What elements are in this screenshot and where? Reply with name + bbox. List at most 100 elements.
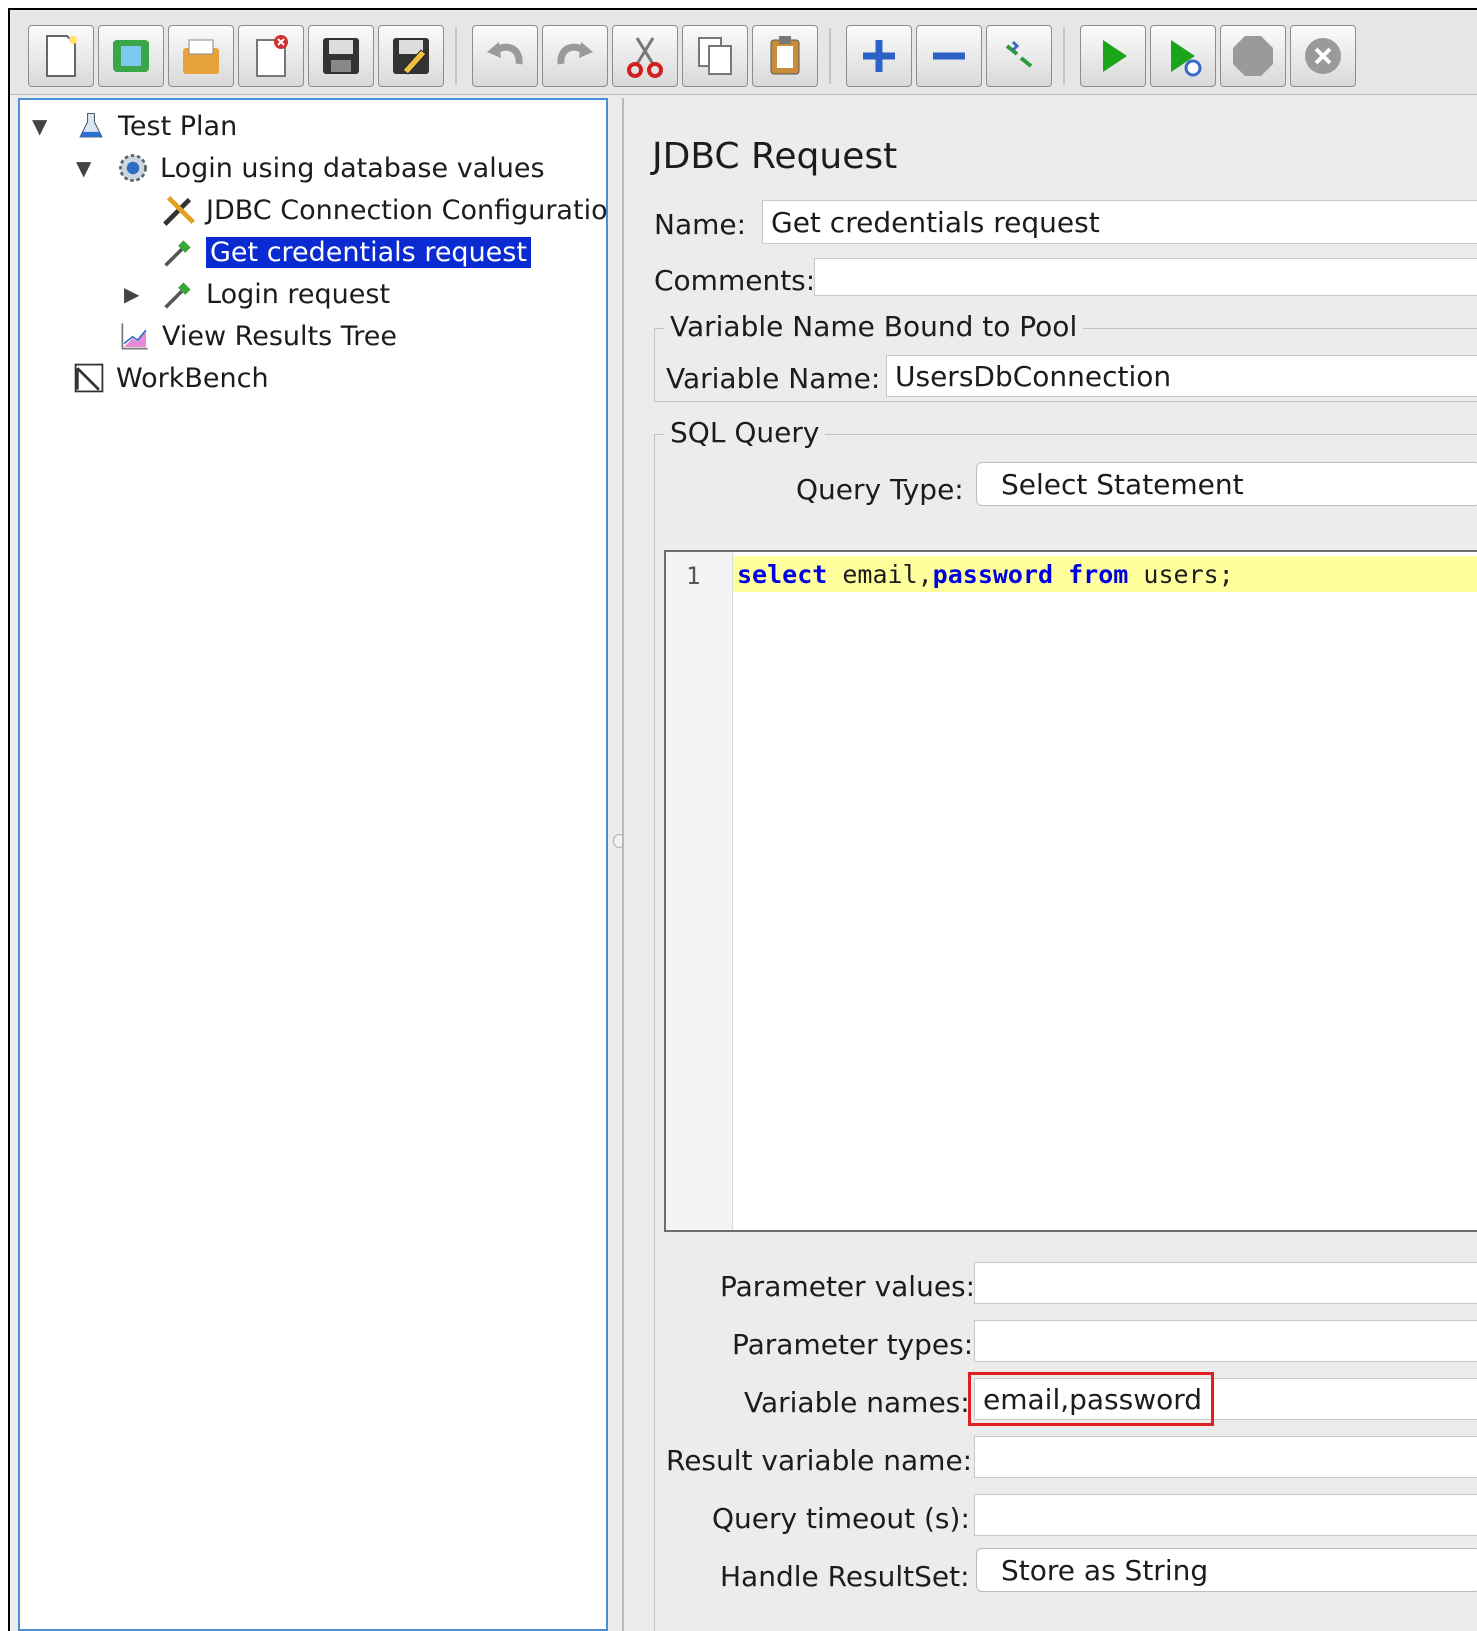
- save-as-icon: [393, 38, 429, 75]
- cut-button[interactable]: [612, 25, 678, 87]
- tree-item-label: JDBC Connection Configuration: [206, 194, 625, 226]
- sql-text: email,: [827, 559, 933, 589]
- test-plan-tree: ▼ Test Plan ▼ Login using database value…: [18, 98, 625, 1631]
- copy-icon: [698, 37, 732, 75]
- tree-item-login-request[interactable]: ▶ Login request: [124, 274, 390, 314]
- toolbar: [10, 10, 1477, 95]
- undo-icon: [487, 42, 523, 65]
- expand-all-button[interactable]: [846, 25, 912, 87]
- start-no-timers-icon: [1171, 40, 1202, 77]
- expanded-twisty-icon[interactable]: ▼: [76, 156, 91, 180]
- tree-item-label: Login request: [206, 278, 391, 310]
- tree-item-label: WorkBench: [116, 362, 269, 394]
- tree-item-jdbc-config[interactable]: JDBC Connection Configuration: [160, 190, 625, 230]
- pipette-icon: [160, 233, 198, 271]
- variable-name-field[interactable]: UsersDbConnection: [886, 355, 1477, 397]
- chart-icon: [116, 317, 154, 355]
- panel-title: JDBC Request: [652, 136, 898, 177]
- toolbar-separator: [1063, 28, 1065, 84]
- sql-query-line[interactable]: select email, password from users;: [733, 556, 1477, 592]
- query-type-select[interactable]: Select Statement: [976, 462, 1477, 506]
- close-button[interactable]: [238, 25, 304, 87]
- tree-item-get-credentials[interactable]: Get credentials request: [160, 232, 531, 272]
- sql-keyword: select: [737, 559, 828, 589]
- tree-item-thread-group[interactable]: ▼ Login using database values: [76, 148, 545, 188]
- save-icon: [323, 38, 359, 74]
- sql-keyword: from: [1068, 559, 1129, 589]
- sql-keyword: password: [932, 559, 1054, 589]
- expanded-twisty-icon[interactable]: ▼: [32, 114, 47, 138]
- query-timeout-field[interactable]: [974, 1494, 1477, 1536]
- save-as-button[interactable]: [378, 25, 444, 87]
- save-button[interactable]: [308, 25, 374, 87]
- query-type-label: Query Type:: [796, 473, 964, 506]
- variable-name-label: Variable Name:: [666, 362, 881, 395]
- tree-item-label-selected: Get credentials request: [206, 236, 531, 268]
- tree-item-workbench[interactable]: WorkBench: [70, 358, 269, 398]
- comments-field[interactable]: [814, 258, 1477, 296]
- handle-resultset-select[interactable]: Store as String: [976, 1548, 1477, 1592]
- cut-icon: [627, 37, 663, 78]
- stop-icon: [1233, 36, 1273, 76]
- tree-item-label: Test Plan: [118, 110, 238, 142]
- editor-gutter: 1: [666, 552, 733, 1230]
- start-button[interactable]: [1080, 25, 1146, 87]
- line-number: 1: [686, 562, 701, 590]
- gear-icon: [114, 149, 152, 187]
- sql-query-editor[interactable]: 1 select email, password from users;: [664, 550, 1477, 1232]
- toggle-icon: [1005, 40, 1033, 68]
- shutdown-button[interactable]: [1290, 25, 1356, 87]
- parameter-values-field[interactable]: [974, 1262, 1477, 1304]
- paste-button[interactable]: [752, 25, 818, 87]
- tree-item-view-results-tree[interactable]: View Results Tree: [116, 316, 397, 356]
- toolbar-separator: [829, 28, 831, 84]
- copy-button[interactable]: [682, 25, 748, 87]
- sql-query-legend: SQL Query: [664, 416, 826, 449]
- wrench-icon: [160, 191, 198, 229]
- query-timeout-label: Query timeout (s):: [712, 1502, 970, 1535]
- new-button[interactable]: [28, 25, 94, 87]
- result-variable-name-field[interactable]: [974, 1436, 1477, 1478]
- comments-label: Comments:: [654, 264, 816, 297]
- jmeter-window: ▼ Test Plan ▼ Login using database value…: [8, 8, 1477, 1631]
- paste-icon: [770, 36, 800, 75]
- highlight-box: [968, 1372, 1214, 1426]
- handle-resultset-label: Handle ResultSet:: [720, 1560, 970, 1593]
- tree-item-label: Login using database values: [160, 152, 545, 184]
- pool-group-legend: Variable Name Bound to Pool: [664, 310, 1084, 343]
- split-pane-divider[interactable]: [610, 98, 625, 1631]
- tree-item-test-plan[interactable]: ▼ Test Plan: [32, 106, 237, 146]
- result-variable-name-label: Result variable name:: [666, 1444, 973, 1477]
- shutdown-icon: [1305, 38, 1341, 74]
- pipette-icon: [160, 275, 198, 313]
- templates-button[interactable]: [98, 25, 164, 87]
- parameter-values-label: Parameter values:: [720, 1270, 976, 1303]
- name-label: Name:: [654, 208, 747, 241]
- variable-names-label: Variable names:: [744, 1386, 970, 1419]
- stop-button[interactable]: [1220, 25, 1286, 87]
- open-icon: [183, 39, 219, 74]
- close-icon: [256, 35, 288, 77]
- sql-text: users;: [1128, 559, 1234, 589]
- templates-icon: [113, 40, 149, 72]
- collapsed-twisty-icon[interactable]: ▶: [124, 282, 139, 306]
- start-icon: [1103, 40, 1127, 72]
- expand-icon: [863, 40, 895, 72]
- name-field[interactable]: Get credentials request: [762, 200, 1477, 244]
- open-button[interactable]: [168, 25, 234, 87]
- workbench-icon: [70, 359, 108, 397]
- collapse-all-button[interactable]: [916, 25, 982, 87]
- toolbar-separator: [455, 28, 457, 84]
- flask-icon: [72, 107, 110, 145]
- collapse-icon: [933, 52, 965, 60]
- start-no-timers-button[interactable]: [1150, 25, 1216, 87]
- redo-icon: [557, 42, 593, 65]
- toggle-button[interactable]: [986, 25, 1052, 87]
- new-file-icon: [46, 35, 77, 77]
- jdbc-request-panel: JDBC Request Name: Get credentials reque…: [622, 98, 1477, 1631]
- parameter-types-label: Parameter types:: [732, 1328, 974, 1361]
- redo-button[interactable]: [542, 25, 608, 87]
- parameter-types-field[interactable]: [974, 1320, 1477, 1362]
- undo-button[interactable]: [472, 25, 538, 87]
